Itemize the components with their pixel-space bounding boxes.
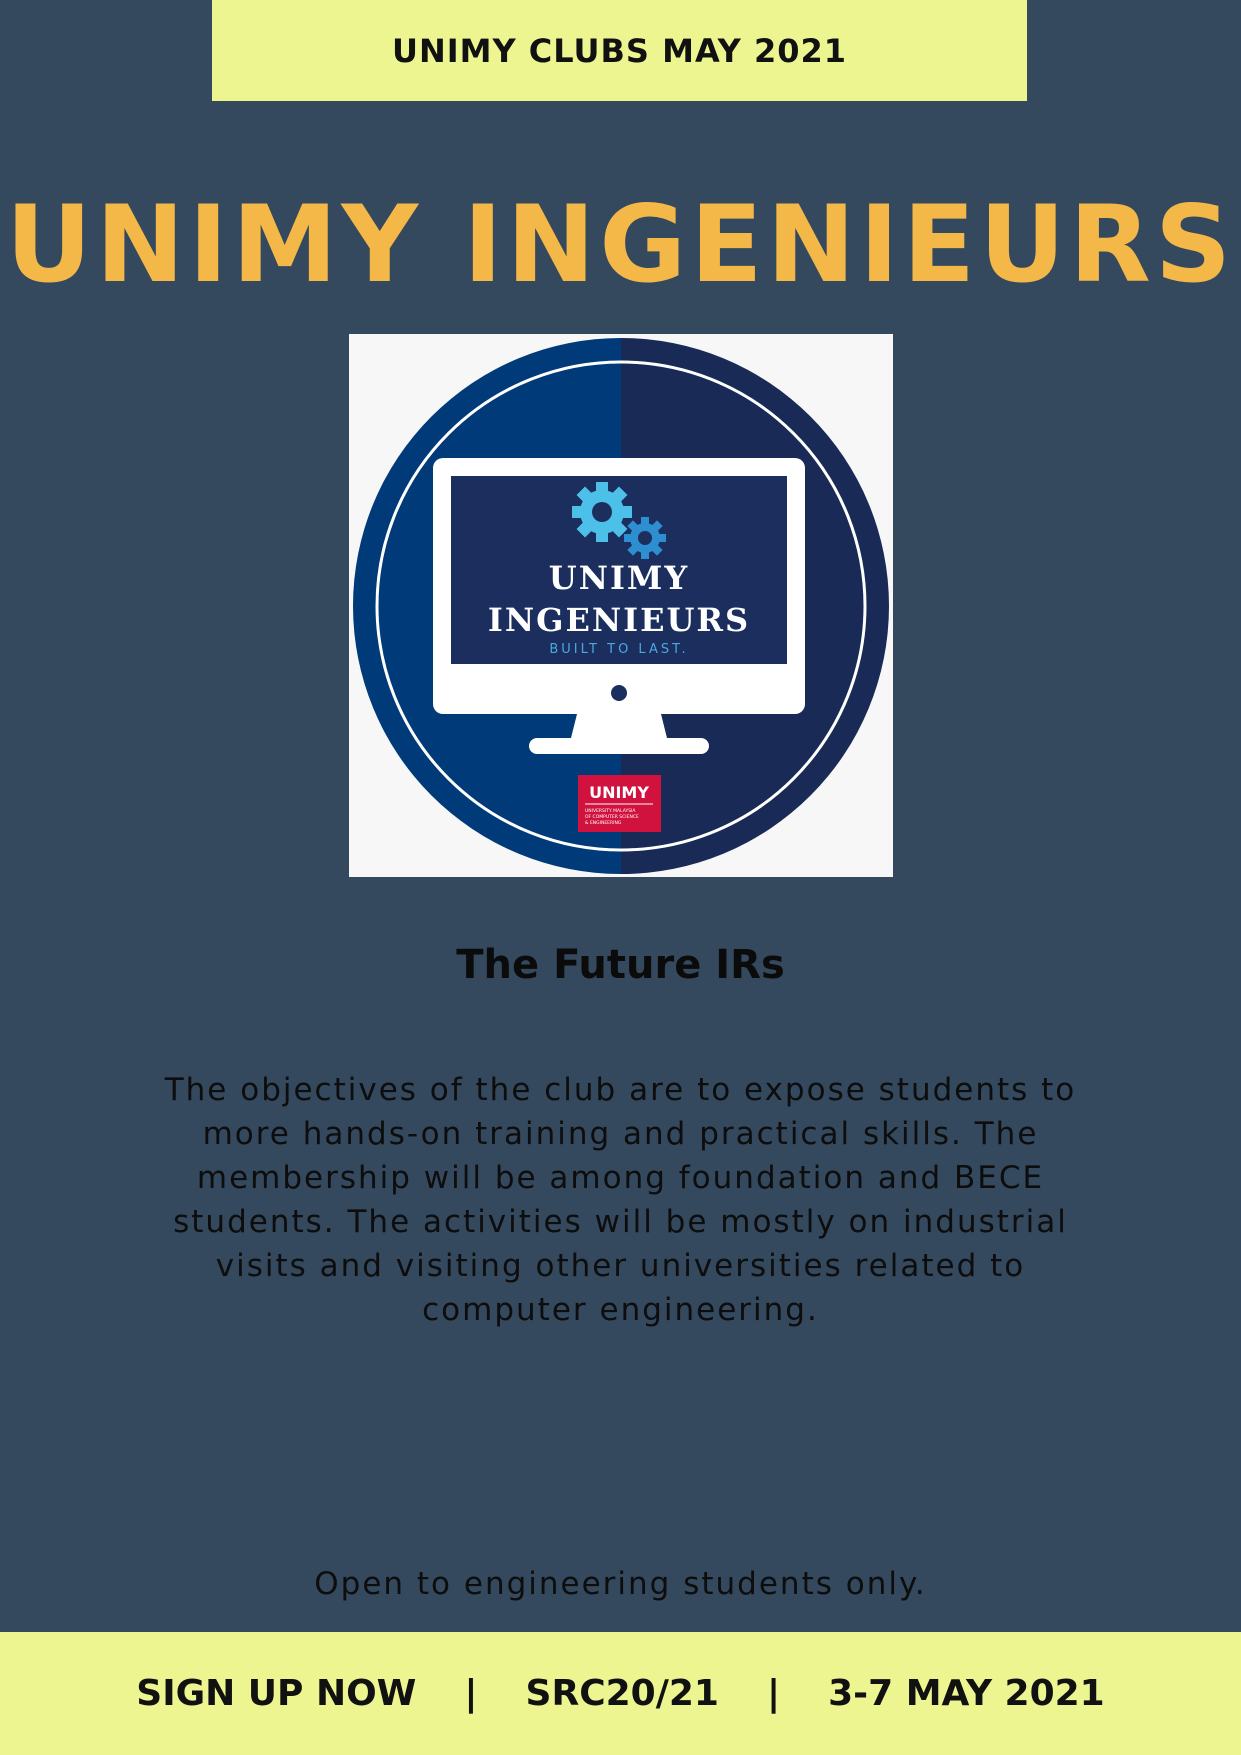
unimy-badge-sub3: & ENGINEERING: [585, 820, 622, 826]
logo-text-line2: INGENIEURS: [488, 601, 750, 639]
signup-text: SIGN UP NOW: [136, 1673, 417, 1714]
footer-separator: |: [766, 1673, 781, 1714]
signup-dates: 3-7 MAY 2021: [828, 1673, 1105, 1714]
unimy-badge-sub1: UNIVERSITY MALAYSIA: [585, 808, 636, 814]
unimy-badge-sub2: OF COMPUTER SCIENCE: [585, 814, 639, 820]
monitor-base: [529, 738, 709, 754]
header-banner-text: UNIMY CLUBS MAY 2021: [391, 31, 848, 70]
footer-separator: |: [464, 1673, 478, 1714]
header-banner: UNIMY CLUBS MAY 2021: [212, 0, 1027, 101]
club-subtitle: The Future IRs: [456, 942, 785, 988]
club-logo-graphic: UNIMY INGENIEURS BUILT TO LAST. UNIMY UN…: [353, 338, 889, 874]
page-title: UNIMY INGENIEURS: [5, 183, 1236, 306]
monitor-dot: [611, 685, 627, 701]
footer-banner: SIGN UP NOW | SRC20/21 | 3-7 MAY 2021: [0, 1632, 1241, 1755]
club-code: SRC20/21: [525, 1673, 719, 1714]
logo-text-line1: UNIMY: [549, 559, 689, 597]
logo-tagline: BUILT TO LAST.: [549, 642, 688, 657]
club-logo: UNIMY INGENIEURS BUILT TO LAST. UNIMY UN…: [349, 334, 893, 877]
unimy-badge-text: UNIMY: [589, 783, 649, 802]
eligibility-note: Open to engineering students only.: [314, 1566, 927, 1602]
club-description: The objectives of the club are to expose…: [164, 1072, 1077, 1328]
